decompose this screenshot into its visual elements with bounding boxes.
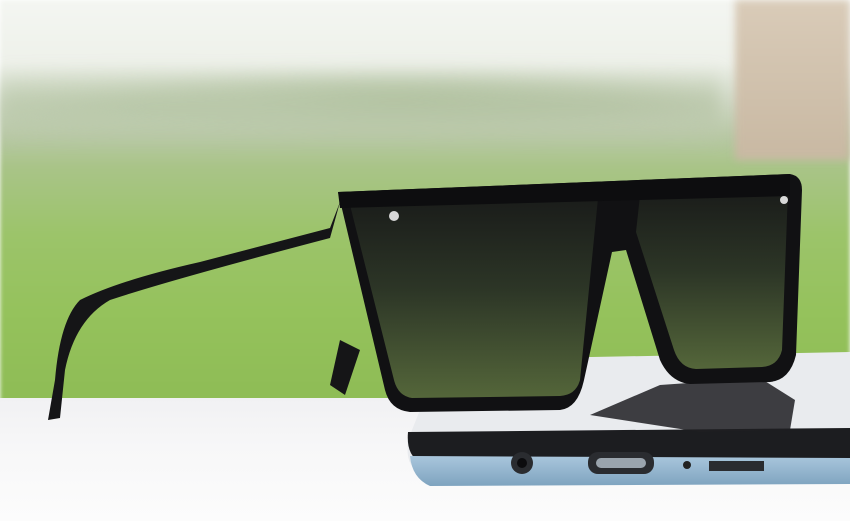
speaker-grille: [709, 461, 764, 471]
hinge-rivet: [780, 196, 788, 204]
sunglasses-and-phone: [48, 174, 850, 486]
sunglasses-frame: [338, 174, 802, 412]
hinge-rivet: [389, 211, 399, 221]
sunglasses-temple-arm: [48, 202, 340, 420]
photo-scene: [0, 0, 850, 521]
